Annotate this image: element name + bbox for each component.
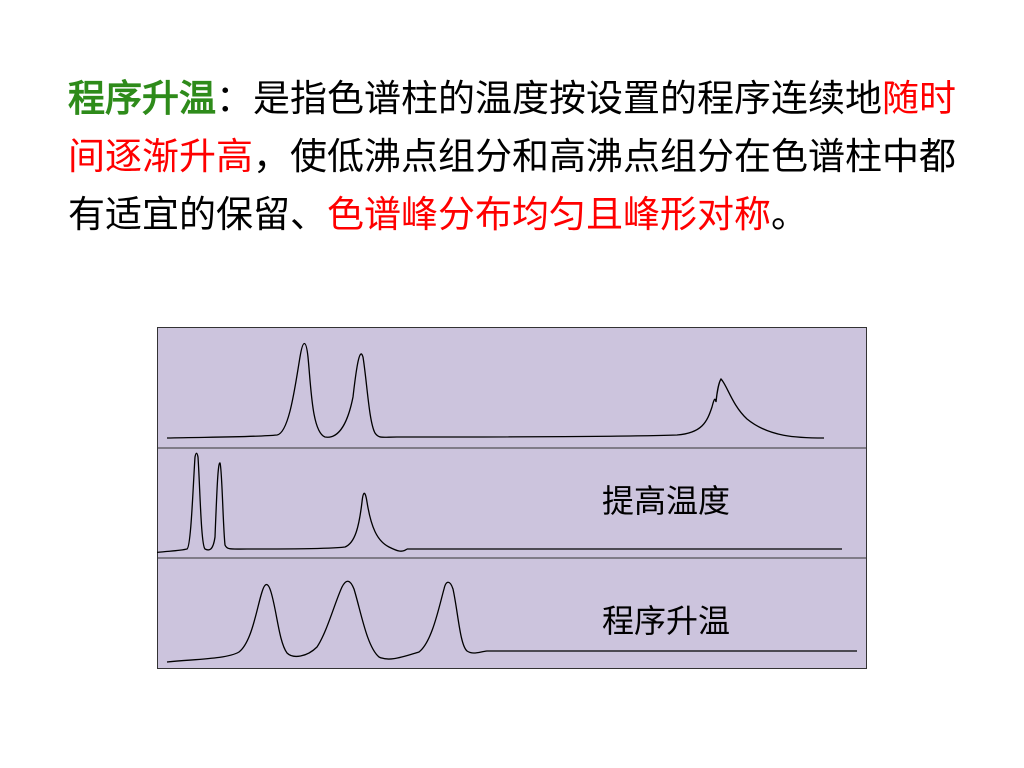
definition-paragraph: 程序升温：是指色谱柱的温度按设置的程序连续地随时间逐渐升高，使低沸点组分和高沸点… [68, 70, 958, 244]
panel-label-programmed-temperature: 程序升温 [602, 602, 730, 640]
chromatogram-svg: 提高温度 程序升温 [157, 327, 867, 669]
definition-term: 程序升温 [68, 77, 216, 120]
figure-background [157, 327, 867, 669]
chromatogram-comparison-figure: 提高温度 程序升温 [157, 327, 867, 669]
panel-label-high-temperature: 提高温度 [602, 482, 730, 520]
definition-text-part1: 是指色谱柱的温度按设置的程序连续地 [253, 77, 882, 120]
definition-highlight-peak-shape: 色谱峰分布均匀且峰形对称 [327, 193, 771, 236]
definition-colon: ： [216, 77, 253, 120]
definition-text-end: 。 [771, 193, 808, 236]
